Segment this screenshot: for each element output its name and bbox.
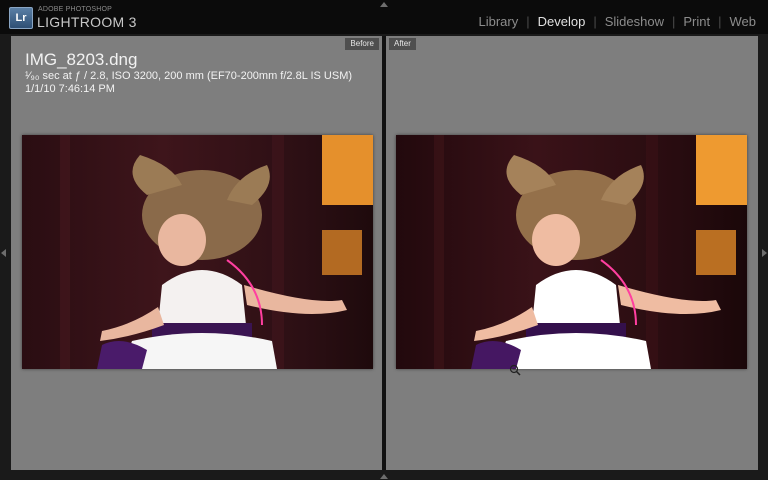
before-pane[interactable]: Before IMG_8203.dng ¹⁄₉₀ sec at ƒ / 2.8,… [11, 36, 382, 470]
zoom-cursor-icon [509, 364, 521, 376]
before-label: Before [345, 38, 379, 50]
left-panel-arrow-icon[interactable] [1, 249, 6, 257]
module-print[interactable]: Print [683, 14, 710, 29]
top-panel-arrow-icon[interactable] [380, 2, 388, 7]
module-picker: Library | Develop | Slideshow | Print | … [478, 14, 756, 29]
top-bar: Lr ADOBE PHOTOSHOP LIGHTROOM 3 Library |… [0, 0, 768, 34]
after-pane[interactable]: After [386, 36, 758, 470]
after-photo[interactable] [396, 135, 747, 369]
app-name: LIGHTROOM 3 [37, 14, 137, 30]
module-slideshow[interactable]: Slideshow [605, 14, 664, 29]
photo-info-overlay: IMG_8203.dng ¹⁄₉₀ sec at ƒ / 2.8, ISO 32… [25, 50, 352, 96]
module-library[interactable]: Library [478, 14, 518, 29]
after-label: After [389, 38, 416, 50]
before-photo[interactable] [22, 135, 373, 369]
photo-datetime: 1/1/10 7:46:14 PM [25, 83, 115, 95]
lightroom-logo-icon: Lr [9, 7, 33, 29]
right-panel-arrow-icon[interactable] [762, 249, 767, 257]
photo-filename: IMG_8203.dng [25, 50, 138, 69]
photo-exposure: ¹⁄₉₀ sec at ƒ / 2.8, ISO 3200, 200 mm (E… [25, 70, 353, 82]
module-develop[interactable]: Develop [538, 14, 586, 29]
module-web[interactable]: Web [730, 14, 757, 29]
app-vendor: ADOBE PHOTOSHOP [38, 6, 113, 13]
bottom-panel-arrow-icon[interactable] [380, 474, 388, 479]
